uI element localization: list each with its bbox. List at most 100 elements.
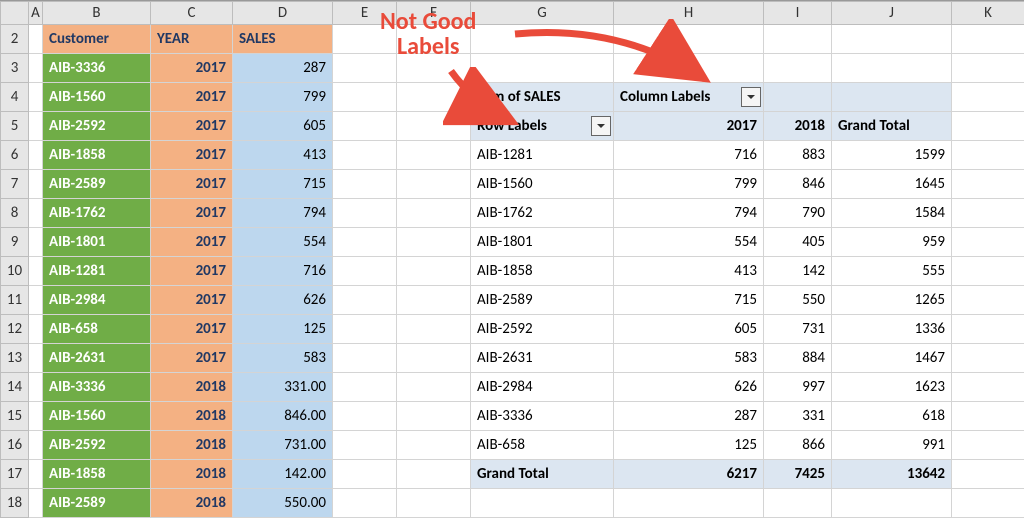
cell[interactable] (333, 344, 397, 373)
pivot-row-total[interactable]: 1467 (832, 344, 952, 373)
cell[interactable] (29, 315, 43, 344)
row-header[interactable]: 8 (1, 199, 29, 228)
cell-year[interactable]: 2017 (151, 170, 233, 199)
pivot-row-total[interactable]: 991 (832, 431, 952, 460)
pivot-value[interactable]: 883 (764, 141, 832, 170)
row-header[interactable]: 6 (1, 141, 29, 170)
pivot-row-total[interactable]: 1265 (832, 286, 952, 315)
cell-customer[interactable]: AIB-658 (43, 315, 151, 344)
cell-sales[interactable]: 626 (233, 286, 333, 315)
pivot-total-value[interactable]: 6217 (614, 460, 764, 489)
cell-customer[interactable]: AIB-1281 (43, 257, 151, 286)
cell-year[interactable]: 2017 (151, 315, 233, 344)
pivot-value[interactable]: 799 (614, 170, 764, 199)
pivot-row-total[interactable]: 1623 (832, 373, 952, 402)
pivot-row-name[interactable]: AIB-1762 (471, 199, 614, 228)
pivot-value[interactable]: 731 (764, 315, 832, 344)
col-header[interactable]: I (764, 2, 832, 25)
row-header[interactable]: 4 (1, 83, 29, 112)
pivot-row-name[interactable]: AIB-1801 (471, 228, 614, 257)
pivot-row-name[interactable]: AIB-2631 (471, 344, 614, 373)
pivot-row-name[interactable]: AIB-2984 (471, 373, 614, 402)
row-header[interactable]: 14 (1, 373, 29, 402)
cell[interactable] (29, 25, 43, 54)
cell-table-header[interactable]: YEAR (151, 25, 233, 54)
cell[interactable] (29, 460, 43, 489)
pivot-value[interactable]: 331 (764, 402, 832, 431)
col-header[interactable]: D (233, 2, 333, 25)
pivot-row-total[interactable]: 1599 (832, 141, 952, 170)
pivot-value[interactable]: 715 (614, 286, 764, 315)
cell[interactable] (29, 54, 43, 83)
cell-customer[interactable]: AIB-1560 (43, 402, 151, 431)
pivot-row-name[interactable]: AIB-1858 (471, 257, 614, 286)
row-header[interactable]: 7 (1, 170, 29, 199)
cell[interactable] (333, 257, 397, 286)
pivot-row-total[interactable]: 1645 (832, 170, 952, 199)
cell-table-header[interactable]: Customer (43, 25, 151, 54)
cell[interactable] (397, 286, 471, 315)
cell-sales[interactable]: 554 (233, 228, 333, 257)
cell-year[interactable]: 2017 (151, 54, 233, 83)
cell[interactable] (397, 344, 471, 373)
cell-year[interactable]: 2017 (151, 83, 233, 112)
cell[interactable] (29, 199, 43, 228)
cell[interactable] (333, 286, 397, 315)
cell[interactable] (333, 228, 397, 257)
pivot-value[interactable]: 790 (764, 199, 832, 228)
pivot-row-name[interactable]: AIB-1560 (471, 170, 614, 199)
row-header[interactable]: 16 (1, 431, 29, 460)
cell[interactable] (397, 315, 471, 344)
cell-sales[interactable]: 799 (233, 83, 333, 112)
row-header[interactable]: 17 (1, 460, 29, 489)
cell-year[interactable]: 2017 (151, 286, 233, 315)
dropdown-icon[interactable] (741, 87, 761, 107)
cell[interactable] (397, 373, 471, 402)
cell[interactable] (29, 141, 43, 170)
cell-sales[interactable]: 846.00 (233, 402, 333, 431)
cell[interactable] (397, 228, 471, 257)
col-header[interactable]: A (29, 2, 43, 25)
cell-customer[interactable]: AIB-1560 (43, 83, 151, 112)
row-header[interactable]: 9 (1, 228, 29, 257)
row-header[interactable]: 15 (1, 402, 29, 431)
cell[interactable] (29, 373, 43, 402)
row-header[interactable]: 12 (1, 315, 29, 344)
pivot-value[interactable]: 287 (614, 402, 764, 431)
cell[interactable] (397, 431, 471, 460)
row-header[interactable]: 18 (1, 489, 29, 518)
cell-customer[interactable]: AIB-3336 (43, 373, 151, 402)
row-header[interactable]: 3 (1, 54, 29, 83)
cell[interactable] (333, 199, 397, 228)
cell[interactable] (29, 83, 43, 112)
spreadsheet-viewport[interactable]: A B C D E F G H I J K 2CustomerYEARSALES… (0, 0, 1024, 521)
pivot-row-name[interactable]: AIB-658 (471, 431, 614, 460)
pivot-value[interactable]: 794 (614, 199, 764, 228)
cell-sales[interactable]: 731.00 (233, 431, 333, 460)
pivot-value[interactable]: 884 (764, 344, 832, 373)
pivot-value[interactable]: 997 (764, 373, 832, 402)
pivot-row-name[interactable]: AIB-3336 (471, 402, 614, 431)
pivot-value[interactable]: 413 (614, 257, 764, 286)
cell-sales[interactable]: 583 (233, 344, 333, 373)
cell-customer[interactable]: AIB-1858 (43, 460, 151, 489)
cell-sales[interactable]: 287 (233, 54, 333, 83)
cell-sales[interactable]: 794 (233, 199, 333, 228)
pivot-year-header[interactable]: 2018 (764, 112, 832, 141)
pivot-year-header[interactable]: 2017 (614, 112, 764, 141)
cell[interactable] (333, 431, 397, 460)
cell-customer[interactable]: AIB-2631 (43, 344, 151, 373)
cell[interactable] (397, 199, 471, 228)
cell[interactable] (333, 373, 397, 402)
pivot-value[interactable]: 550 (764, 286, 832, 315)
cell[interactable] (397, 257, 471, 286)
cell[interactable] (397, 402, 471, 431)
row-header[interactable]: 2 (1, 25, 29, 54)
pivot-row-total[interactable]: 555 (832, 257, 952, 286)
cell[interactable] (397, 170, 471, 199)
cell-customer[interactable]: AIB-2589 (43, 489, 151, 518)
cell-sales[interactable]: 716 (233, 257, 333, 286)
cell[interactable] (397, 141, 471, 170)
cell[interactable] (333, 170, 397, 199)
pivot-grand-total-value[interactable]: 13642 (832, 460, 952, 489)
